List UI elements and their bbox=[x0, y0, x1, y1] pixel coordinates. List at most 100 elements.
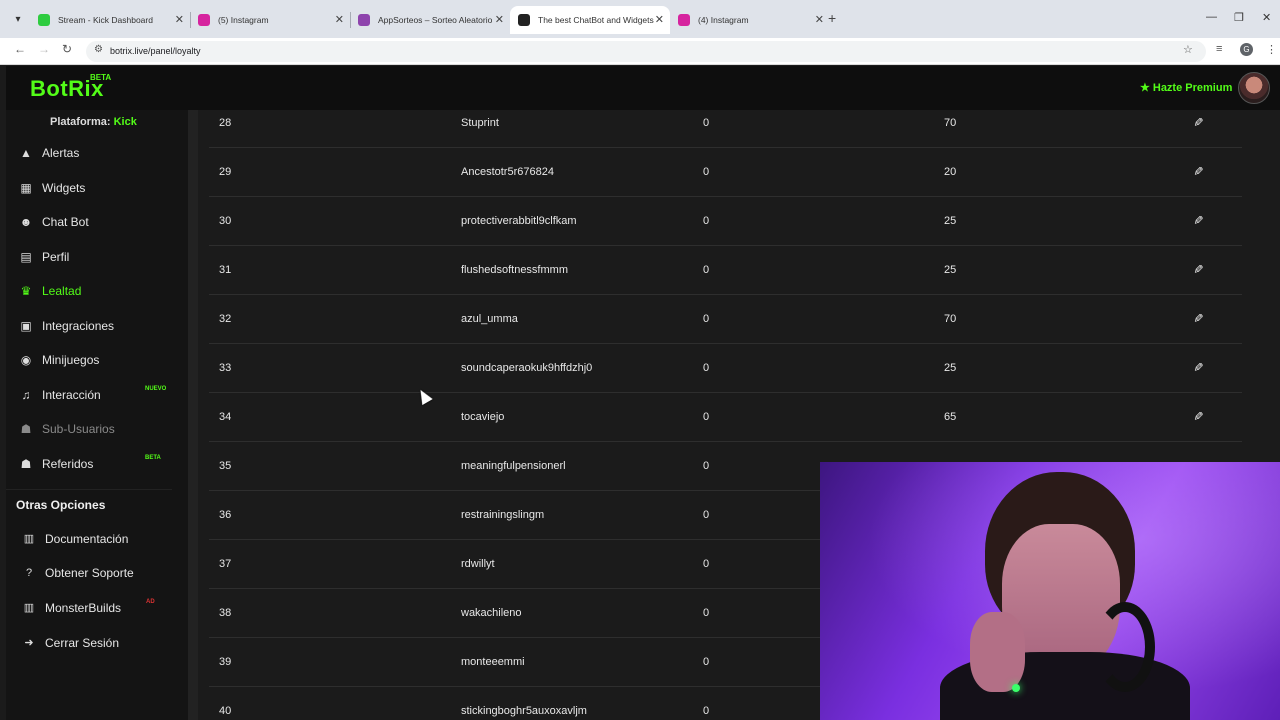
back-icon[interactable]: ← bbox=[14, 42, 26, 56]
edit-pencil-icon[interactable]: ✎ bbox=[1191, 215, 1205, 225]
sidebar-item-referidos[interactable]: ☗ Referidos BETA bbox=[18, 453, 178, 475]
sidebar-item-widgets[interactable]: ▦ Widgets bbox=[18, 177, 178, 199]
other-item-obtener-soporte[interactable]: ? Obtener Soporte bbox=[22, 562, 182, 584]
other-item-cerrar-sesi-n[interactable]: ➜ Cerrar Sesión bbox=[22, 632, 182, 654]
sidebar-item-badge: NUEVO bbox=[145, 386, 167, 392]
sidebar-item-alertas[interactable]: ▲ Alertas bbox=[18, 142, 178, 164]
table-row: 28 Stuprint 0 70 ✎ bbox=[209, 110, 1242, 148]
row-number: 34 bbox=[219, 411, 232, 423]
platform-indicator: Plataforma: Kick bbox=[50, 116, 137, 128]
webcam-headset-led bbox=[1012, 684, 1020, 692]
restore-icon[interactable]: ❐ bbox=[1234, 11, 1244, 24]
other-item-documentaci-n[interactable]: ▥ Documentación bbox=[22, 528, 182, 550]
tab-close-icon[interactable]: ✕ bbox=[335, 6, 344, 34]
tab-favicon-icon bbox=[358, 14, 370, 26]
table-row: 33 soundcaperaokuk9hffdzhj0 0 25 ✎ bbox=[209, 344, 1242, 393]
tab-favicon-icon bbox=[38, 14, 50, 26]
row-number: 30 bbox=[219, 215, 232, 227]
browser-toolbar: ← → ↻ ⚙ botrix.live/panel/loyalty ☆ ≡ G … bbox=[0, 38, 1280, 65]
row-username: protectiverabbitl9clfkam bbox=[461, 215, 577, 227]
edit-pencil-icon[interactable]: ✎ bbox=[1191, 117, 1205, 127]
tab-favicon-icon bbox=[518, 14, 530, 26]
sidebar-item-label: Sub-Usuarios bbox=[42, 422, 115, 436]
edit-pencil-icon[interactable]: ✎ bbox=[1191, 411, 1205, 421]
edit-pencil-icon[interactable]: ✎ bbox=[1191, 313, 1205, 323]
forward-icon[interactable]: → bbox=[38, 42, 50, 56]
edit-pencil-icon[interactable]: ✎ bbox=[1191, 264, 1205, 274]
sidebar-item-label: Alertas bbox=[42, 146, 80, 160]
row-username: stickingboghr5auxoxavljm bbox=[461, 705, 587, 717]
browser-tab[interactable]: Stream - Kick Dashboard ✕ bbox=[30, 6, 190, 34]
tab-title: (5) Instagram bbox=[218, 15, 269, 25]
table-row: 32 azul_umma 0 70 ✎ bbox=[209, 295, 1242, 344]
browser-tab[interactable]: (4) Instagram ✕ bbox=[670, 6, 830, 34]
tab-close-icon[interactable]: ✕ bbox=[495, 6, 504, 34]
sidebar-item-chat-bot[interactable]: ☻ Chat Bot bbox=[18, 211, 178, 233]
row-number: 29 bbox=[219, 166, 232, 178]
premium-button[interactable]: ★ Hazte Premium bbox=[1140, 81, 1232, 94]
table-row: 31 flushedsoftnessfmmm 0 25 ✎ bbox=[209, 246, 1242, 295]
browser-tab[interactable]: The best ChatBot and Widgets ✕ bbox=[510, 6, 670, 34]
music-icon: ♫ bbox=[21, 388, 31, 402]
user-avatar[interactable] bbox=[1238, 72, 1270, 104]
close-window-icon[interactable]: ✕ bbox=[1262, 11, 1271, 24]
browser-tab[interactable]: AppSorteos – Sorteo Aleatorio ✕ bbox=[350, 6, 510, 34]
url-text[interactable]: botrix.live/panel/loyalty bbox=[110, 46, 201, 56]
tab-favicon-icon bbox=[198, 14, 210, 26]
tab-close-icon[interactable]: ✕ bbox=[175, 6, 184, 34]
sidebar-item-interacci-n[interactable]: ♫ Interacción NUEVO bbox=[18, 384, 178, 406]
browser-tab[interactable]: (5) Instagram ✕ bbox=[190, 6, 350, 34]
ad-badge: AD bbox=[146, 599, 155, 605]
sidebar-item-minijuegos[interactable]: ◉ Minijuegos bbox=[18, 349, 178, 371]
tab-title: Stream - Kick Dashboard bbox=[58, 15, 153, 25]
list-icon: ▣ bbox=[20, 319, 32, 333]
row-username: Stuprint bbox=[461, 117, 499, 129]
row-number: 37 bbox=[219, 558, 232, 570]
id-card-icon: ▤ bbox=[20, 250, 32, 264]
row-value-a: 0 bbox=[703, 313, 710, 325]
row-username: tocaviejo bbox=[461, 411, 505, 423]
tab-close-icon[interactable]: ✕ bbox=[815, 6, 824, 34]
sidebar-gutter bbox=[188, 110, 198, 720]
row-username: monteeemmi bbox=[461, 656, 525, 668]
profile-avatar[interactable]: G bbox=[1240, 43, 1253, 56]
row-username: azul_umma bbox=[461, 313, 518, 325]
robot-icon: ☻ bbox=[19, 215, 33, 229]
browser-menu-icon[interactable]: ⋮ bbox=[1266, 43, 1277, 56]
other-item-label: Documentación bbox=[45, 532, 129, 546]
row-value-a: 0 bbox=[703, 607, 710, 619]
tab-title: (4) Instagram bbox=[698, 15, 749, 25]
sidebar-item-lealtad[interactable]: ♛ Lealtad bbox=[18, 280, 178, 302]
row-username: flushedsoftnessfmmm bbox=[461, 264, 568, 276]
sidebar-item-badge: BETA bbox=[145, 455, 161, 461]
row-username: rdwillyt bbox=[461, 558, 495, 570]
address-bar[interactable]: ⚙ botrix.live/panel/loyalty bbox=[86, 41, 1206, 62]
sidebar-item-sub-usuarios[interactable]: ☗ Sub-Usuarios bbox=[18, 418, 178, 440]
new-tab-button[interactable]: + bbox=[828, 10, 836, 26]
media-icon[interactable]: ≡ bbox=[1216, 43, 1222, 55]
grid-icon: ▦ bbox=[20, 181, 32, 195]
gamepad-icon: ◉ bbox=[20, 353, 32, 367]
sidebar-item-integraciones[interactable]: ▣ Integraciones bbox=[18, 315, 178, 337]
help-icon: ? bbox=[25, 567, 33, 579]
other-item-monsterbuilds[interactable]: ▥ MonsterBuilds AD bbox=[22, 597, 182, 619]
row-value-a: 0 bbox=[703, 460, 710, 472]
edit-pencil-icon[interactable]: ✎ bbox=[1191, 166, 1205, 176]
minimize-icon[interactable]: — bbox=[1206, 11, 1217, 23]
other-item-label: Obtener Soporte bbox=[45, 566, 134, 580]
build-icon: ▥ bbox=[23, 602, 35, 614]
row-number: 38 bbox=[219, 607, 232, 619]
row-value-b: 25 bbox=[944, 215, 957, 227]
row-username: soundcaperaokuk9hffdzhj0 bbox=[461, 362, 593, 374]
row-number: 39 bbox=[219, 656, 232, 668]
tab-close-icon[interactable]: ✕ bbox=[655, 6, 664, 34]
tab-title: The best ChatBot and Widgets bbox=[538, 15, 654, 25]
bookmark-star-icon[interactable]: ☆ bbox=[1183, 43, 1193, 56]
sidebar-item-perfil[interactable]: ▤ Perfil bbox=[18, 246, 178, 268]
tab-search-icon[interactable]: ▾ bbox=[10, 12, 26, 28]
beta-badge: BETA bbox=[90, 73, 112, 82]
row-value-a: 0 bbox=[703, 264, 710, 276]
edit-pencil-icon[interactable]: ✎ bbox=[1191, 362, 1205, 372]
reload-icon[interactable]: ↻ bbox=[62, 42, 72, 56]
site-info-icon[interactable]: ⚙ bbox=[94, 44, 103, 55]
